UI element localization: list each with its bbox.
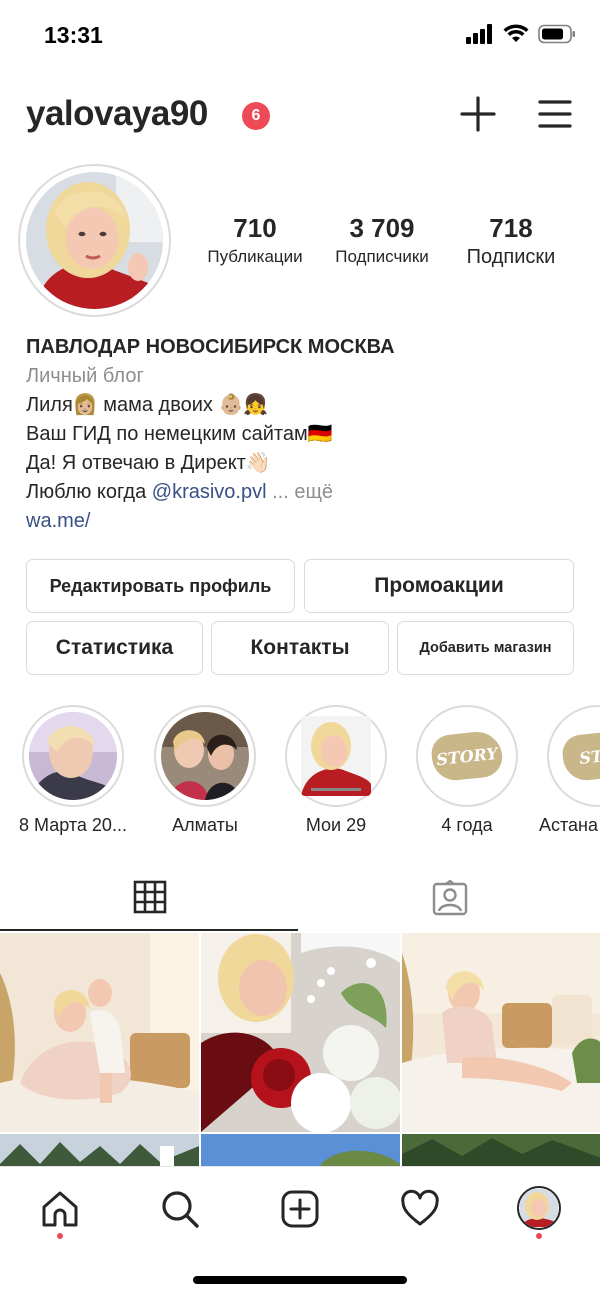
search-icon[interactable] xyxy=(160,1189,200,1229)
profile-tabs xyxy=(0,862,600,932)
post-thumbnail[interactable] xyxy=(402,933,600,1132)
stat-followers-label: Подписчики xyxy=(335,247,429,266)
bio-line-4-text: Люблю когда xyxy=(26,481,152,503)
bio-website-link[interactable]: wa.me/ xyxy=(26,507,586,536)
home-indicator xyxy=(193,1276,407,1284)
stat-posts[interactable]: 710 Публикации xyxy=(196,212,314,270)
post-thumbnail[interactable] xyxy=(402,1134,600,1168)
highlight-cover: STORY xyxy=(423,712,511,800)
highlight-cover: STO xyxy=(554,712,600,800)
status-bar: 13:31 xyxy=(0,0,600,70)
highlight-cover xyxy=(29,712,117,800)
post-thumbnail[interactable] xyxy=(201,1134,400,1168)
tagged-tab-icon[interactable] xyxy=(432,880,468,916)
highlight-label: Астана xyxy=(539,815,599,835)
stat-following-count: 718 xyxy=(489,213,533,243)
story-badge: STO xyxy=(560,729,600,783)
signal-icon xyxy=(466,24,492,44)
profile-avatar xyxy=(26,172,163,309)
highlight-ring: STO xyxy=(547,705,600,807)
highlight-ring xyxy=(22,705,124,807)
highlight-cover xyxy=(161,712,249,800)
battery-icon xyxy=(538,24,575,44)
highlight-item[interactable]: STORY 4 года xyxy=(416,705,518,835)
profile-bio: ПАВЛОДАР НОВОСИБИРСК МОСКВА Личный блог … xyxy=(26,333,586,536)
bio-line-3: Да! Я отвечаю в Директ👋🏻 xyxy=(26,452,271,474)
stat-followers[interactable]: 3 709 Подписчики xyxy=(322,212,442,270)
story-badge: STORY xyxy=(429,729,505,783)
add-shop-button[interactable]: Добавить магазин xyxy=(397,621,574,675)
story-badge-text: STO xyxy=(578,744,600,768)
bio-name: ПАВЛОДАР НОВОСИБИРСК МОСКВА xyxy=(26,336,395,358)
home-notification-dot xyxy=(57,1233,63,1239)
profile-header: yalovaya90 6 xyxy=(0,86,600,146)
stat-followers-count: 3 709 xyxy=(349,213,415,243)
highlight-ring xyxy=(154,705,256,807)
wifi-icon xyxy=(503,24,529,42)
posts-grid xyxy=(0,933,600,1168)
highlight-ring: STORY xyxy=(416,705,518,807)
status-icons xyxy=(466,24,576,44)
highlight-ring xyxy=(285,705,387,807)
stat-following-label: Подписки xyxy=(466,246,556,268)
status-time: 13:31 xyxy=(44,22,103,48)
statistics-button[interactable]: Статистика xyxy=(26,621,203,675)
bio-mention-link[interactable]: @krasivo.pvl xyxy=(152,481,267,503)
grid-tab-icon[interactable] xyxy=(133,880,167,914)
stat-posts-label: Публикации xyxy=(207,247,303,266)
contacts-button[interactable]: Контакты xyxy=(211,621,389,675)
bio-line-4: Люблю когда @krasivo.pvl ... ещё xyxy=(26,478,586,507)
highlight-item[interactable]: Мои 29 xyxy=(285,705,387,835)
highlight-cover xyxy=(301,716,371,796)
notification-badge[interactable]: 6 xyxy=(242,102,270,130)
active-tab-indicator xyxy=(0,929,298,931)
activity-heart-icon[interactable] xyxy=(400,1189,440,1229)
post-thumbnail[interactable] xyxy=(201,933,400,1132)
edit-profile-button[interactable]: Редактировать профиль xyxy=(26,559,295,613)
new-post-icon[interactable] xyxy=(280,1189,320,1229)
bio-more-link[interactable]: ... ещё xyxy=(267,481,333,503)
username-switcher[interactable]: yalovaya90 xyxy=(26,94,208,134)
bio-line-2: Ваш ГИД по немецким сайтам🇩🇪 xyxy=(26,423,333,445)
highlight-label: 4 года xyxy=(441,815,493,835)
post-thumbnail[interactable] xyxy=(0,933,199,1132)
profile-notification-dot xyxy=(536,1233,542,1239)
profile-avatar-ring[interactable] xyxy=(18,164,171,317)
home-icon[interactable] xyxy=(40,1189,80,1229)
highlight-item[interactable]: Алматы xyxy=(154,705,256,835)
bio-line-1: Лиля👩🏼 мама двоих 👶🏼👧 xyxy=(26,394,269,416)
highlight-item[interactable]: STO Астана xyxy=(539,705,600,835)
post-thumbnail[interactable] xyxy=(0,1134,199,1168)
stat-following[interactable]: 718 Подписки xyxy=(452,212,570,270)
highlight-item[interactable]: 8 Марта 20... xyxy=(19,705,127,835)
promotions-button[interactable]: Промоакции xyxy=(304,559,574,613)
story-badge-text: STORY xyxy=(435,743,499,769)
stat-posts-count: 710 xyxy=(233,213,277,243)
menu-hamburger-icon[interactable] xyxy=(538,98,572,130)
create-plus-icon[interactable] xyxy=(460,96,496,132)
profile-tab-avatar[interactable] xyxy=(517,1186,561,1230)
bio-category: Личный блог xyxy=(26,365,144,387)
